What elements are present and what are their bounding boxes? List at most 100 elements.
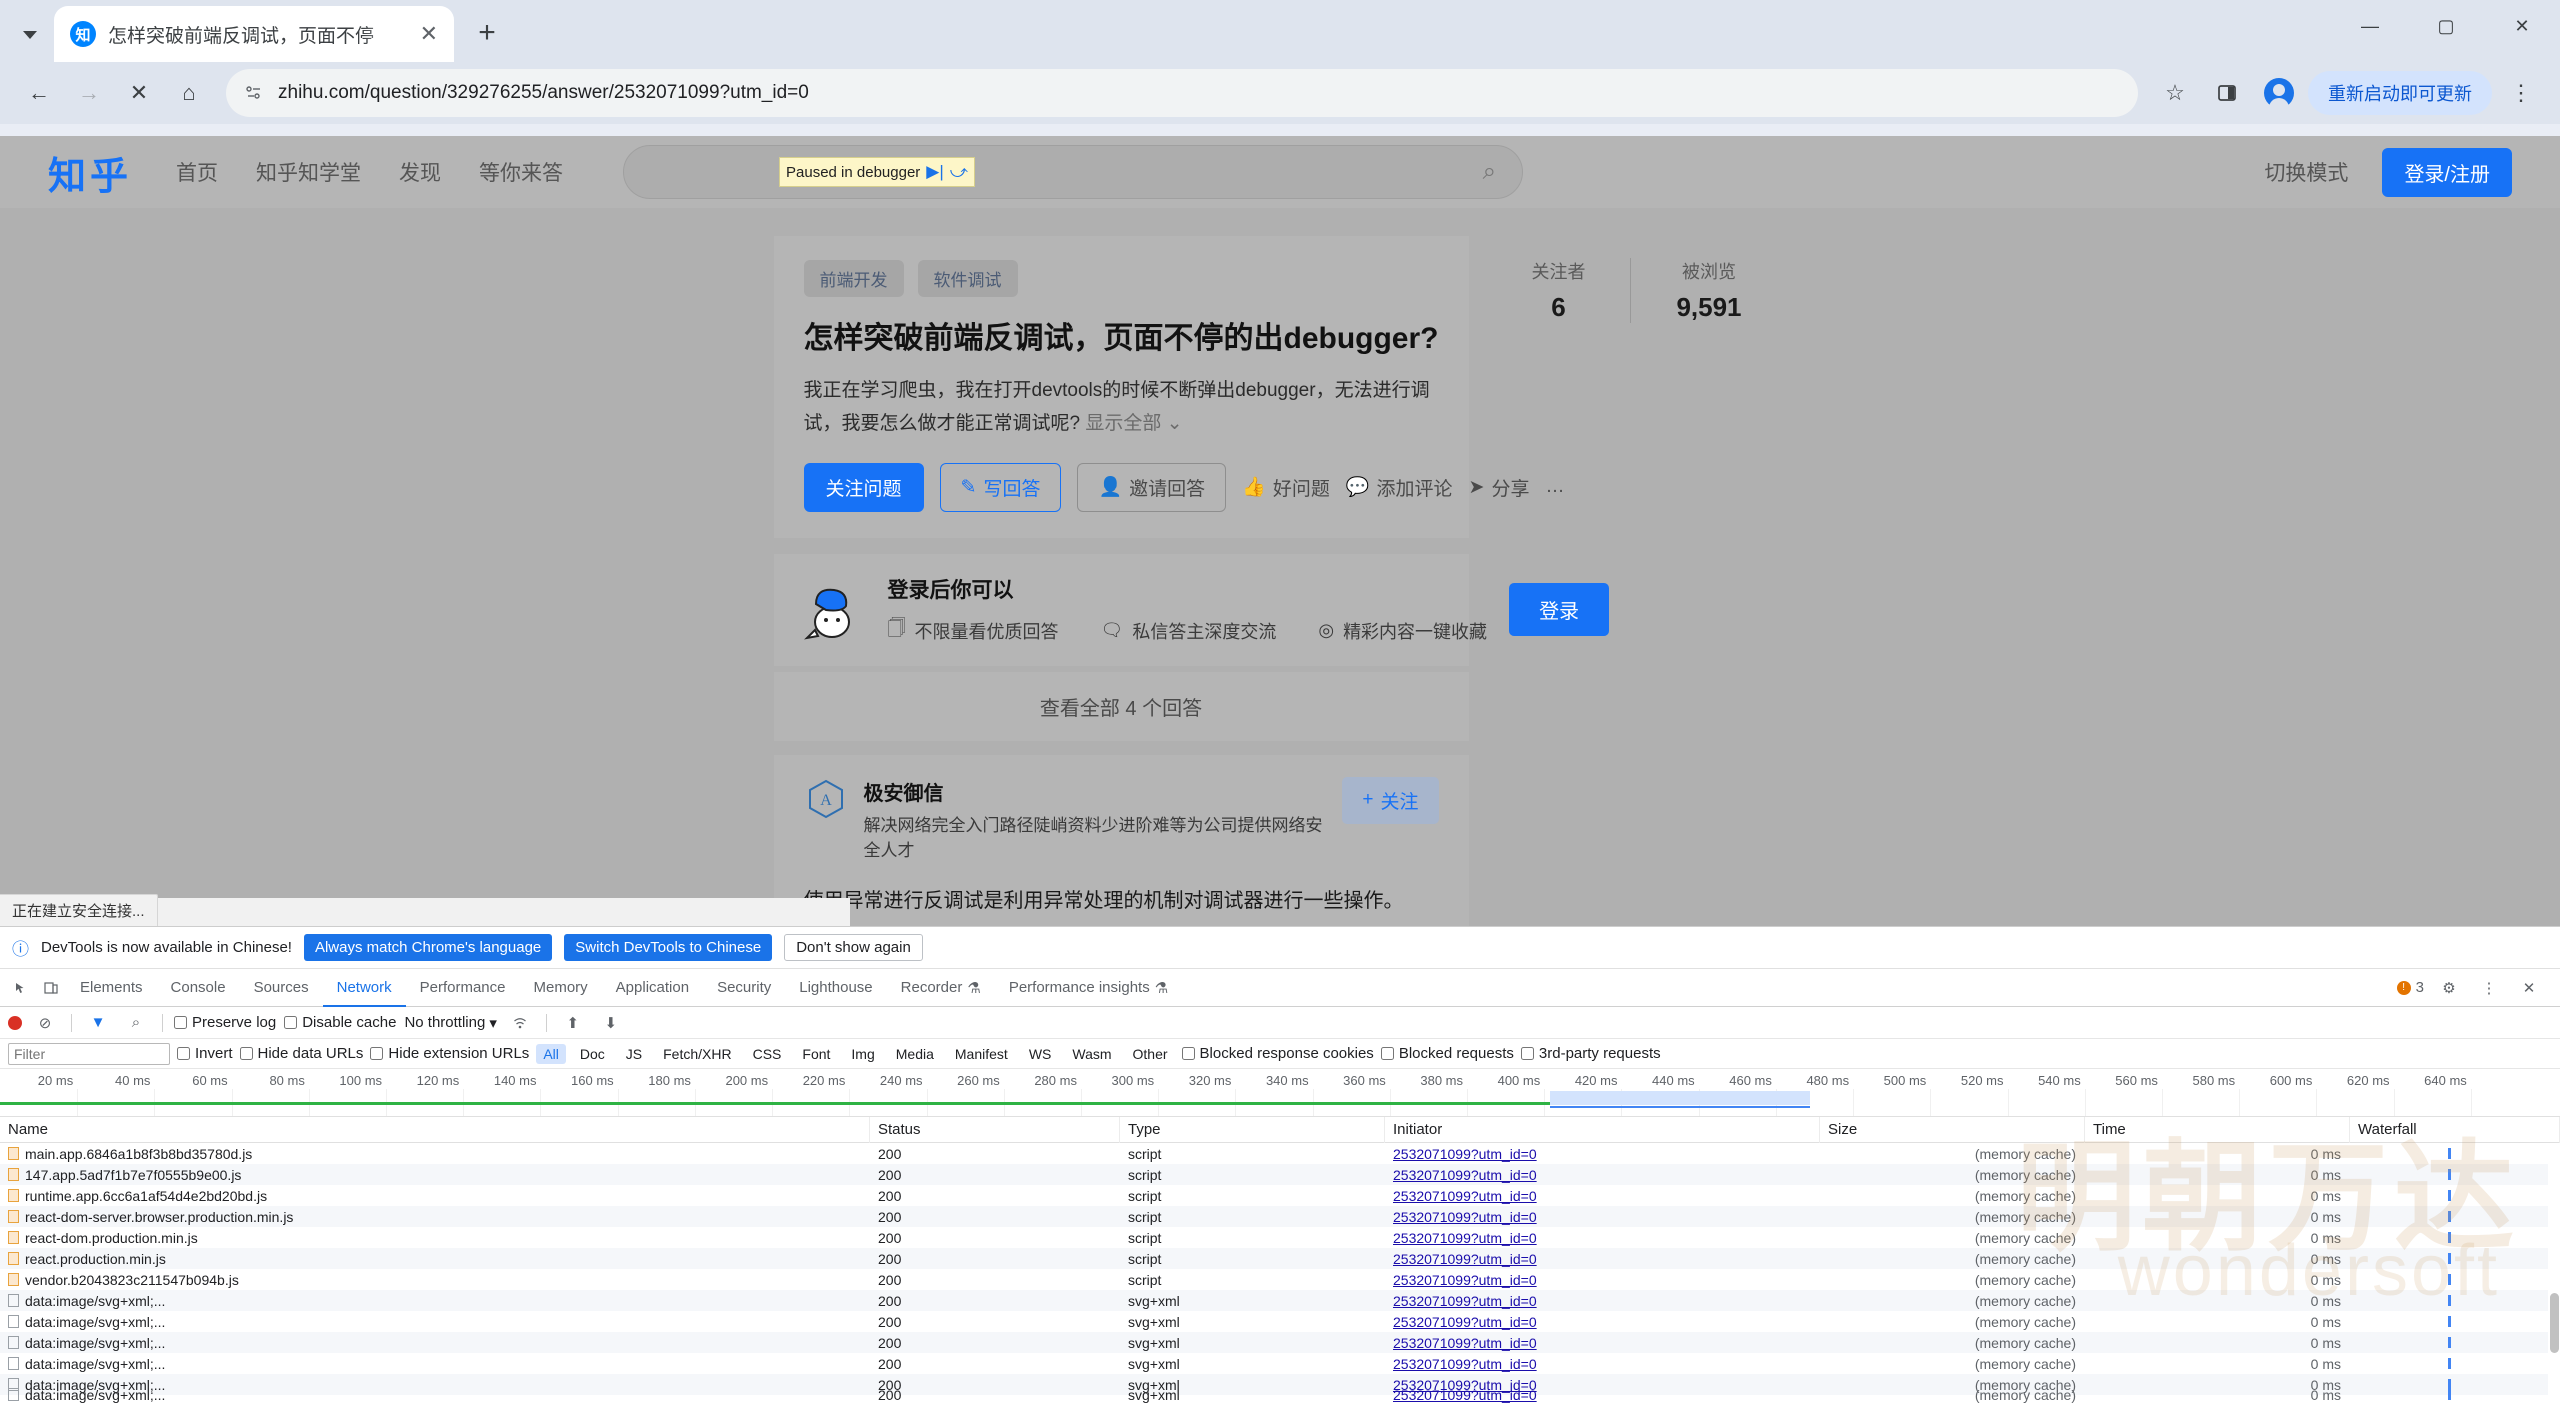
cell-initiator-text[interactable]: 2532071099?utm_id=0 [1393,1387,1537,1403]
network-request-row[interactable]: vendor.b2043823c211547b094b.js 200 script 2… [0,1269,2560,1290]
cell-initiator-text[interactable]: 2532071099?utm_id=0 [1393,1188,1537,1204]
blocked-requests-checkbox[interactable]: Blocked requests [1380,1045,1514,1062]
type-filter-other[interactable]: Other [1126,1044,1175,1064]
type-filter-wasm[interactable]: Wasm [1065,1044,1118,1064]
star-icon[interactable]: ☆ [2152,70,2198,116]
tab-search-button[interactable] [8,13,52,57]
address-bar[interactable]: zhihu.com/question/329276255/answer/2532… [226,69,2138,117]
chevron-down-icon[interactable]: ⌄ [1167,413,1183,434]
tab-memory[interactable]: Memory [520,969,602,1007]
network-request-list[interactable]: main.app.6846a1b8f3b8bd35780d.js 200 scrip… [0,1143,2560,1408]
tab-performance-insights[interactable]: Performance insights ⚗ [995,969,1182,1007]
network-list-scrollbar[interactable] [2548,1143,2560,1408]
stop-loading-button[interactable]: ✕ [116,70,162,116]
type-filter-img[interactable]: Img [844,1044,881,1064]
network-request-row[interactable]: data:image/svg+xml;... 200 svg+xml 25320710… [0,1311,2560,1332]
type-filter-doc[interactable]: Doc [573,1044,612,1064]
forward-button[interactable]: → [66,70,112,116]
type-filter-font[interactable]: Font [795,1044,837,1064]
column-header-name[interactable]: Name [0,1116,870,1143]
hide-data-urls-input[interactable] [239,1047,253,1060]
network-conditions-icon[interactable] [505,1008,535,1038]
maximize-button[interactable]: ▢ [2408,0,2484,52]
write-answer-button[interactable]: ✎ 写回答 [939,462,1062,512]
cell-initiator-text[interactable]: 2532071099?utm_id=0 [1393,1293,1537,1309]
side-panel-icon[interactable] [2204,70,2250,116]
good-question-button[interactable]: 👍 好问题 [1242,474,1330,501]
nav-item-discover[interactable]: 发现 [399,157,441,187]
disable-cache-checkbox[interactable]: Disable cache [284,1014,396,1031]
type-filter-media[interactable]: Media [889,1044,941,1064]
third-party-requests-checkbox[interactable]: 3rd-party requests [1520,1045,1661,1062]
switch-devtools-chinese-button[interactable]: Switch DevTools to Chinese [564,934,773,961]
invert-checkbox[interactable]: Invert [177,1045,233,1062]
question-tag-frontend[interactable]: 前端开发 [803,260,904,297]
timeline-selection-block[interactable] [1550,1091,1810,1105]
column-header-type[interactable]: Type [1120,1116,1385,1143]
cell-initiator-text[interactable]: 2532071099?utm_id=0 [1393,1167,1537,1183]
tab-network[interactable]: Network [323,969,406,1007]
resume-script-icon[interactable]: ▶| [926,162,944,182]
filter-icon[interactable]: ▼ [83,1008,113,1038]
minimize-button[interactable]: — [2332,0,2408,52]
tab-security[interactable]: Security [703,969,785,1007]
follow-question-button[interactable]: 关注问题 [803,462,924,512]
search-icon[interactable]: ⌕ [1483,158,1496,186]
devtools-close-icon[interactable]: ✕ [2514,973,2544,1003]
cell-initiator-text[interactable]: 2532071099?utm_id=0 [1393,1356,1537,1372]
zhihu-search-input[interactable]: Paused in debugger ▶| ⤻ ⌕ [623,145,1524,199]
invite-answer-button[interactable]: 👤 邀请回答 [1077,462,1227,512]
column-header-size[interactable]: Size [1820,1116,2085,1143]
always-match-language-button[interactable]: Always match Chrome's language [303,934,553,961]
login-register-button[interactable]: 登录/注册 [2382,147,2512,197]
kebab-menu-icon[interactable]: ⋮ [2498,70,2544,116]
back-button[interactable]: ← [16,70,62,116]
blocked-requests-input[interactable] [1380,1047,1394,1060]
throttling-dropdown[interactable]: No throttling ▾ [404,1014,496,1032]
nav-item-answer[interactable]: 等你来答 [479,157,563,187]
tab-application[interactable]: Application [602,969,703,1007]
cell-initiator-text[interactable]: 2532071099?utm_id=0 [1393,1335,1537,1351]
view-all-answers-link[interactable]: 查看全部 4 个回答 [773,671,1469,741]
cell-initiator-text[interactable]: 2532071099?utm_id=0 [1393,1314,1537,1330]
profile-avatar[interactable] [2256,70,2302,116]
type-filter-all[interactable]: All [536,1043,566,1064]
cell-initiator-text[interactable]: 2532071099?utm_id=0 [1393,1251,1537,1267]
answer-author-name[interactable]: 极安御信 [864,777,1327,806]
search-icon[interactable]: ⌕ [121,1008,151,1038]
hide-extension-urls-checkbox[interactable]: Hide extension URLs [370,1045,529,1062]
network-request-row[interactable]: main.app.6846a1b8f3b8bd35780d.js 200 scrip… [0,1143,2560,1164]
blocked-response-cookies-checkbox[interactable]: Blocked response cookies [1181,1045,1374,1062]
network-filter-input[interactable] [8,1042,170,1065]
column-header-initiator[interactable]: Initiator [1385,1116,1820,1143]
follow-author-button[interactable]: + 关注 [1342,776,1439,824]
show-all-link[interactable]: 显示全部 [1085,413,1161,434]
tab-console[interactable]: Console [157,969,240,1007]
dont-show-again-button[interactable]: Don't show again [784,934,923,961]
network-request-row[interactable]: 147.app.5ad7f1b7e7f0555b9e00.js 200 script… [0,1164,2560,1185]
tab-close-icon[interactable]: ✕ [420,23,438,45]
answer-author-avatar[interactable]: A [803,776,848,821]
tab-elements[interactable]: Elements [66,969,157,1007]
network-request-row[interactable]: react-dom.production.min.js 200 script 2532… [0,1227,2560,1248]
browser-tab[interactable]: 知 怎样突破前端反调试，页面不停 ✕ [54,6,454,62]
column-header-time[interactable]: Time [2085,1116,2350,1143]
type-filter-manifest[interactable]: Manifest [948,1044,1015,1064]
inspect-element-icon[interactable] [6,973,36,1003]
zhihu-logo[interactable]: 知乎 [48,145,132,200]
cell-initiator-text[interactable]: 2532071099?utm_id=0 [1393,1146,1537,1162]
network-timeline-overview[interactable]: 20 ms 40 ms 60 ms 80 ms 100 ms 120 ms 140 ms 16… [0,1069,2560,1117]
type-filter-css[interactable]: CSS [746,1044,789,1064]
type-filter-fetch-xhr[interactable]: Fetch/XHR [656,1044,738,1064]
switch-mode-button[interactable]: 切换模式 [2264,157,2348,187]
preserve-log-checkbox[interactable]: Preserve log [174,1014,276,1031]
devtools-settings-gear-icon[interactable]: ⚙ [2434,973,2464,1003]
column-header-status[interactable]: Status [870,1116,1120,1143]
blocked-response-cookies-input[interactable] [1181,1047,1195,1060]
devtools-more-menu-icon[interactable]: ⋮ [2474,973,2504,1003]
warning-count-badge[interactable]: ! 3 [2396,979,2424,996]
preserve-log-input[interactable] [174,1016,187,1029]
type-filter-js[interactable]: JS [619,1044,649,1064]
nav-item-home[interactable]: 首页 [176,157,218,187]
tab-sources[interactable]: Sources [240,969,323,1007]
